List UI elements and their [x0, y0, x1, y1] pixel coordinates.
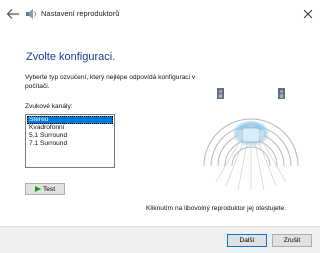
channel-option-quadraphonic[interactable]: Kvadrofonní	[27, 124, 113, 132]
test-button[interactable]: Test	[25, 183, 65, 195]
right-speaker-icon[interactable]	[278, 88, 285, 99]
listener-chair	[238, 128, 264, 142]
channel-option-7-1-surround[interactable]: 7.1 Surround	[27, 140, 113, 148]
channel-option-stereo[interactable]: Stereo	[27, 116, 113, 124]
close-icon[interactable]	[300, 6, 316, 22]
next-button[interactable]: Další	[227, 234, 267, 247]
left-speaker-icon[interactable]	[217, 88, 224, 99]
cancel-button[interactable]: Zrušit	[272, 234, 312, 247]
speaker-layout-diagram	[196, 82, 306, 192]
description-text: Vyberte typ ozvučení, který nejlépe odpo…	[25, 73, 205, 91]
hint-text: Kliknutím na libovolný reproduktor jej o…	[146, 205, 286, 212]
footer-bar: Další Zrušit	[0, 226, 320, 253]
channel-option-5-1-surround[interactable]: 5.1 Surround	[27, 132, 113, 140]
title-bar: Nastavení reproduktorů	[0, 0, 320, 28]
back-arrow-icon[interactable]	[6, 8, 20, 20]
window-title: Nastavení reproduktorů	[41, 9, 119, 18]
speaker-icon	[25, 8, 37, 20]
page-heading: Zvolte konfiguraci.	[26, 51, 115, 63]
test-button-label: Test	[43, 186, 55, 193]
audio-channels-listbox[interactable]: Stereo Kvadrofonní 5.1 Surround 7.1 Surr…	[25, 114, 115, 168]
play-icon	[35, 186, 41, 192]
channels-label: Zvukové kanály:	[25, 103, 73, 110]
